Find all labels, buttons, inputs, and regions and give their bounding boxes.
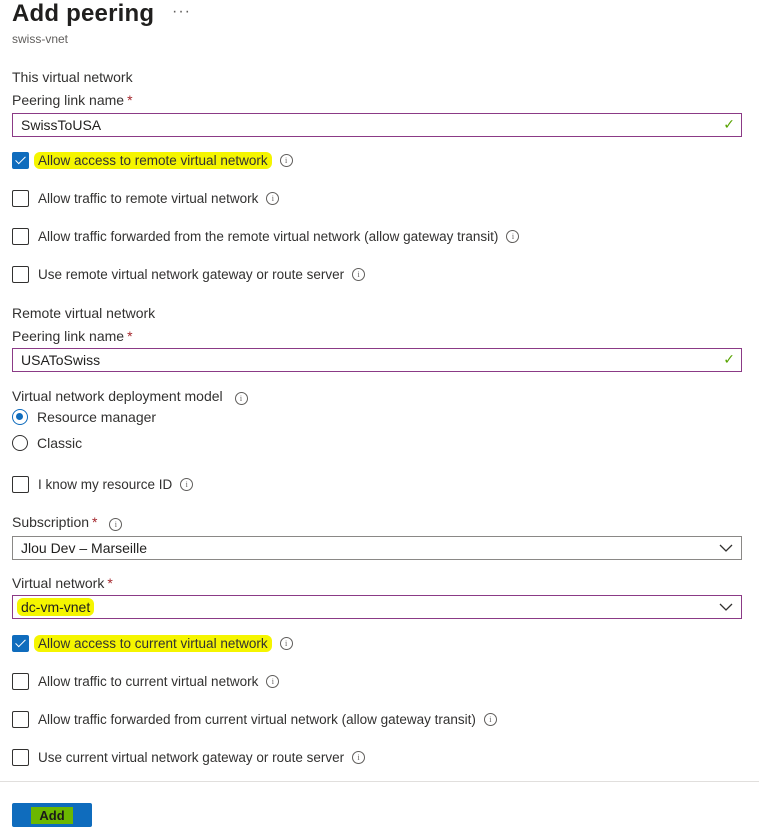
required-marker: * <box>127 328 133 344</box>
peering-link-name-input[interactable]: SwissToUSA ✓ <box>12 113 742 137</box>
subscription-label: Subscription * i <box>12 514 123 531</box>
radio-icon[interactable] <box>12 409 28 425</box>
checkbox-allow-access-remote[interactable]: Allow access to remote virtual network i <box>12 150 293 170</box>
checkbox-allow-traffic-current[interactable]: Allow traffic to current virtual network… <box>12 671 280 691</box>
subscription-dropdown[interactable]: Jlou Dev – Marseille <box>12 536 742 560</box>
checkbox-label: Allow access to remote virtual network <box>34 151 272 169</box>
chevron-down-icon <box>719 544 733 552</box>
info-icon[interactable]: i <box>279 153 293 167</box>
checkbox-icon[interactable] <box>12 748 29 766</box>
radio-label: Resource manager <box>37 409 157 425</box>
checkbox-label: Use current virtual network gateway or r… <box>38 749 345 765</box>
remote-peering-link-name-label-text: Peering link name <box>12 328 125 344</box>
checkbox-icon[interactable] <box>12 672 29 690</box>
checkbox-icon[interactable] <box>12 475 29 493</box>
checkbox-label: Allow traffic forwarded from current vir… <box>38 711 476 727</box>
info-icon[interactable]: i <box>279 636 293 650</box>
checkbox-allow-forwarded-current[interactable]: Allow traffic forwarded from current vir… <box>12 709 497 729</box>
checkbox-icon[interactable] <box>12 189 29 207</box>
more-options-icon[interactable]: ··· <box>172 3 191 21</box>
section-remote-network: Remote virtual network <box>12 305 156 321</box>
info-icon[interactable]: i <box>180 477 194 491</box>
deployment-model-label-text: Virtual network deployment model <box>12 388 223 404</box>
remote-peering-link-name-label: Peering link name * <box>12 328 133 344</box>
add-button-label: Add <box>31 806 73 824</box>
checkbox-allow-traffic-remote[interactable]: Allow traffic to remote virtual network … <box>12 188 280 208</box>
checkmark-icon: ✓ <box>723 351 735 367</box>
checkbox-icon[interactable] <box>12 151 29 169</box>
info-icon[interactable]: i <box>109 518 123 531</box>
info-icon[interactable]: i <box>266 191 280 205</box>
virtual-network-label: Virtual network * <box>12 575 113 591</box>
virtual-network-value-text: dc-vm-vnet <box>17 598 95 616</box>
chevron-down-icon <box>719 603 733 611</box>
checkbox-icon[interactable] <box>12 265 29 283</box>
footer-divider <box>0 781 759 782</box>
add-button[interactable]: Add <box>12 803 92 827</box>
checkmark-icon: ✓ <box>723 116 735 132</box>
checkbox-use-current-gateway[interactable]: Use current virtual network gateway or r… <box>12 747 366 767</box>
info-icon[interactable]: i <box>352 267 366 281</box>
section-this-network: This virtual network <box>12 69 133 85</box>
checkbox-icon[interactable] <box>12 634 29 652</box>
checkbox-label: Use remote virtual network gateway or ro… <box>38 266 345 282</box>
radio-classic[interactable]: Classic <box>12 433 82 453</box>
subscription-value: Jlou Dev – Marseille <box>21 540 148 556</box>
checkbox-icon[interactable] <box>12 227 29 245</box>
required-marker: * <box>107 575 113 591</box>
info-icon[interactable]: i <box>266 674 280 688</box>
peering-link-name-label-text: Peering link name <box>12 92 125 108</box>
info-icon[interactable]: i <box>483 712 497 726</box>
deployment-model-label: Virtual network deployment model i <box>12 388 248 405</box>
radio-label: Classic <box>37 435 83 451</box>
virtual-network-label-text: Virtual network <box>12 575 105 591</box>
peering-link-name-label: Peering link name * <box>12 92 133 108</box>
checkbox-label: Allow traffic forwarded from the remote … <box>38 228 499 244</box>
subscription-label-text: Subscription <box>12 514 90 530</box>
checkbox-allow-forwarded-remote[interactable]: Allow traffic forwarded from the remote … <box>12 226 520 246</box>
remote-peering-link-name-input[interactable]: USAToSwiss ✓ <box>12 348 742 372</box>
checkbox-label: I know my resource ID <box>38 476 173 492</box>
checkbox-label: Allow access to current virtual network <box>34 634 272 652</box>
info-icon[interactable]: i <box>352 750 366 764</box>
virtual-network-dropdown[interactable]: dc-vm-vnet <box>12 595 742 619</box>
info-icon[interactable]: i <box>506 229 520 243</box>
radio-icon[interactable] <box>12 435 28 451</box>
checkbox-label: Allow traffic to current virtual network <box>38 673 259 689</box>
page-subtitle: swiss-vnet <box>12 32 69 46</box>
radio-resource-manager[interactable]: Resource manager <box>12 407 156 427</box>
checkbox-icon[interactable] <box>12 710 29 728</box>
checkbox-allow-access-current[interactable]: Allow access to current virtual network … <box>12 633 293 653</box>
checkbox-use-remote-gateway[interactable]: Use remote virtual network gateway or ro… <box>12 264 366 284</box>
required-marker: * <box>92 514 98 530</box>
remote-peering-link-name-value: USAToSwiss <box>21 352 101 368</box>
checkbox-label: Allow traffic to remote virtual network <box>38 190 259 206</box>
required-marker: * <box>127 92 133 108</box>
info-icon[interactable]: i <box>234 392 248 405</box>
virtual-network-value: dc-vm-vnet <box>13 598 95 616</box>
checkbox-know-resource-id[interactable]: I know my resource ID i <box>12 474 194 494</box>
page-title: Add peering <box>12 0 155 27</box>
peering-link-name-value: SwissToUSA <box>21 117 102 133</box>
